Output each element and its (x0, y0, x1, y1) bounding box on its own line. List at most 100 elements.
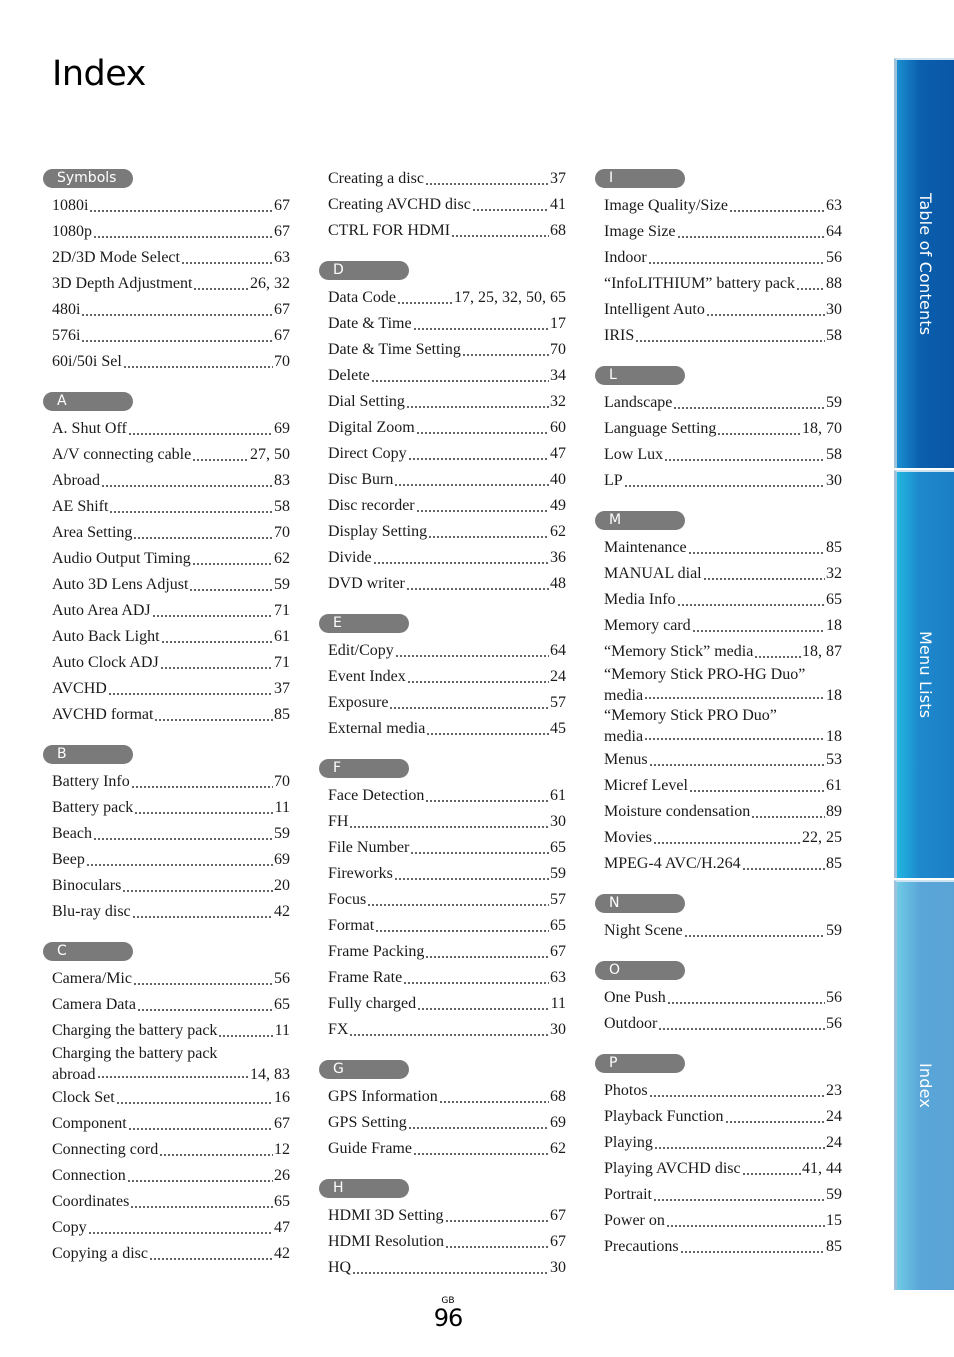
index-entry[interactable]: Focus 57 (328, 887, 566, 913)
index-entry[interactable]: Media Info 65 (604, 587, 842, 613)
entry-page-refs[interactable]: 69 (274, 416, 290, 442)
index-entry[interactable]: Component 67 (52, 1111, 290, 1137)
index-entry[interactable]: Beep 69 (52, 847, 290, 873)
index-entry[interactable]: HDMI Resolution 67 (328, 1229, 566, 1255)
entry-page-refs[interactable]: 41, 44 (802, 1156, 842, 1182)
entry-page-refs[interactable]: 16 (274, 1085, 290, 1111)
entry-page-refs[interactable]: 30 (826, 297, 842, 323)
index-entry[interactable]: Blu-ray disc 42 (52, 899, 290, 925)
index-entry[interactable]: Menus 53 (604, 747, 842, 773)
index-entry[interactable]: 60i/50i Sel 70 (52, 349, 290, 375)
index-entry[interactable]: Battery pack 11 (52, 795, 290, 821)
index-entry[interactable]: Data Code 17, 25, 32, 50, 65 (328, 285, 566, 311)
entry-page-refs[interactable]: 69 (550, 1110, 566, 1136)
index-entry[interactable]: File Number 65 (328, 835, 566, 861)
entry-page-refs[interactable]: 53 (826, 747, 842, 773)
index-entry[interactable]: AVCHD 37 (52, 676, 290, 702)
entry-page-refs[interactable]: 22, 25 (802, 825, 842, 851)
entry-page-refs[interactable]: 67 (274, 219, 290, 245)
index-entry[interactable]: Auto Area ADJ 71 (52, 598, 290, 624)
entry-page-refs[interactable]: 62 (274, 546, 290, 572)
entry-page-refs[interactable]: 34 (550, 363, 566, 389)
index-entry[interactable]: Direct Copy 47 (328, 441, 566, 467)
index-entry[interactable]: Frame Rate 63 (328, 965, 566, 991)
index-entry[interactable]: MPEG-4 AVC/H.264 85 (604, 851, 842, 877)
index-entry[interactable]: Battery Info 70 (52, 769, 290, 795)
index-entry[interactable]: Power on 15 (604, 1208, 842, 1234)
index-entry[interactable]: IRIS 58 (604, 323, 842, 349)
entry-page-refs[interactable]: 59 (826, 918, 842, 944)
entry-page-refs[interactable]: 20 (274, 873, 290, 899)
index-entry[interactable]: Connection 26 (52, 1163, 290, 1189)
entry-page-refs[interactable]: 85 (826, 535, 842, 561)
entry-page-refs[interactable]: 24 (550, 664, 566, 690)
index-entry[interactable]: Fully charged 11 (328, 991, 566, 1017)
index-entry[interactable]: Playing AVCHD disc 41, 44 (604, 1156, 842, 1182)
index-entry[interactable]: Coordinates 65 (52, 1189, 290, 1215)
index-entry[interactable]: Indoor 56 (604, 245, 842, 271)
entry-page-refs[interactable]: 30 (826, 468, 842, 494)
entry-page-refs[interactable]: 14, 83 (250, 1064, 290, 1085)
entry-page-refs[interactable]: 42 (274, 899, 290, 925)
entry-page-refs[interactable]: 61 (550, 783, 566, 809)
entry-page-refs[interactable]: 15 (826, 1208, 842, 1234)
entry-page-refs[interactable]: 60 (550, 415, 566, 441)
index-entry[interactable]: Frame Packing 67 (328, 939, 566, 965)
entry-page-refs[interactable]: 11 (275, 795, 290, 821)
entry-page-refs[interactable]: 57 (550, 887, 566, 913)
index-entry[interactable]: Dial Setting 32 (328, 389, 566, 415)
entry-page-refs[interactable]: 17 (550, 311, 566, 337)
entry-page-refs[interactable]: 65 (274, 992, 290, 1018)
entry-page-refs[interactable]: 63 (826, 193, 842, 219)
entry-page-refs[interactable]: 59 (274, 572, 290, 598)
index-entry[interactable]: Date & Time Setting 70 (328, 337, 566, 363)
entry-page-refs[interactable]: 56 (274, 966, 290, 992)
entry-page-refs[interactable]: 61 (826, 773, 842, 799)
entry-page-refs[interactable]: 59 (826, 390, 842, 416)
entry-page-refs[interactable]: 26, 32 (250, 271, 290, 297)
index-entry[interactable]: “Memory Stick” media 18, 87 (604, 639, 842, 665)
index-entry[interactable]: Intelligent Auto 30 (604, 297, 842, 323)
index-entry[interactable]: Charging the battery pack 11 (52, 1018, 290, 1044)
index-entry[interactable]: “InfoLITHIUM” battery pack 88 (604, 271, 842, 297)
index-entry[interactable]: HQ 30 (328, 1255, 566, 1281)
entry-page-refs[interactable]: 70 (274, 349, 290, 375)
index-entry[interactable]: Creating a disc 37 (328, 166, 566, 192)
entry-page-refs[interactable]: 32 (826, 561, 842, 587)
entry-page-refs[interactable]: 56 (826, 245, 842, 271)
index-entry[interactable]: LP 30 (604, 468, 842, 494)
index-entry[interactable]: One Push 56 (604, 985, 842, 1011)
index-entry[interactable]: Creating AVCHD disc 41 (328, 192, 566, 218)
tab-menu-lists[interactable]: Menu Lists (894, 470, 954, 878)
entry-page-refs[interactable]: 18 (826, 613, 842, 639)
index-entry[interactable]: Image Quality/Size 63 (604, 193, 842, 219)
entry-page-refs[interactable]: 69 (274, 847, 290, 873)
index-entry[interactable]: Delete 34 (328, 363, 566, 389)
index-entry[interactable]: Area Setting 70 (52, 520, 290, 546)
index-entry[interactable]: Auto Back Light 61 (52, 624, 290, 650)
index-entry[interactable]: “Memory Stick PRO-HG Duo” media 18 (604, 665, 842, 706)
index-entry[interactable]: Fireworks 59 (328, 861, 566, 887)
entry-page-refs[interactable]: 68 (550, 1084, 566, 1110)
entry-page-refs[interactable]: 65 (826, 587, 842, 613)
entry-page-refs[interactable]: 85 (826, 1234, 842, 1260)
index-entry[interactable]: Format 65 (328, 913, 566, 939)
index-entry[interactable]: GPS Setting 69 (328, 1110, 566, 1136)
index-entry[interactable]: Copying a disc 42 (52, 1241, 290, 1267)
entry-page-refs[interactable]: 56 (826, 1011, 842, 1037)
entry-page-refs[interactable]: 71 (274, 650, 290, 676)
entry-page-refs[interactable]: 62 (550, 1136, 566, 1162)
entry-page-refs[interactable]: 41 (550, 192, 566, 218)
index-entry[interactable]: Language Setting 18, 70 (604, 416, 842, 442)
index-entry[interactable]: 576i 67 (52, 323, 290, 349)
entry-page-refs[interactable]: 67 (550, 939, 566, 965)
index-entry[interactable]: Micref Level 61 (604, 773, 842, 799)
entry-page-refs[interactable]: 62 (550, 519, 566, 545)
index-entry[interactable]: Image Size 64 (604, 219, 842, 245)
index-entry[interactable]: Night Scene 59 (604, 918, 842, 944)
entry-page-refs[interactable]: 89 (826, 799, 842, 825)
entry-page-refs[interactable]: 70 (550, 337, 566, 363)
entry-page-refs[interactable]: 64 (826, 219, 842, 245)
entry-page-refs[interactable]: 70 (274, 520, 290, 546)
entry-page-refs[interactable]: 58 (826, 323, 842, 349)
